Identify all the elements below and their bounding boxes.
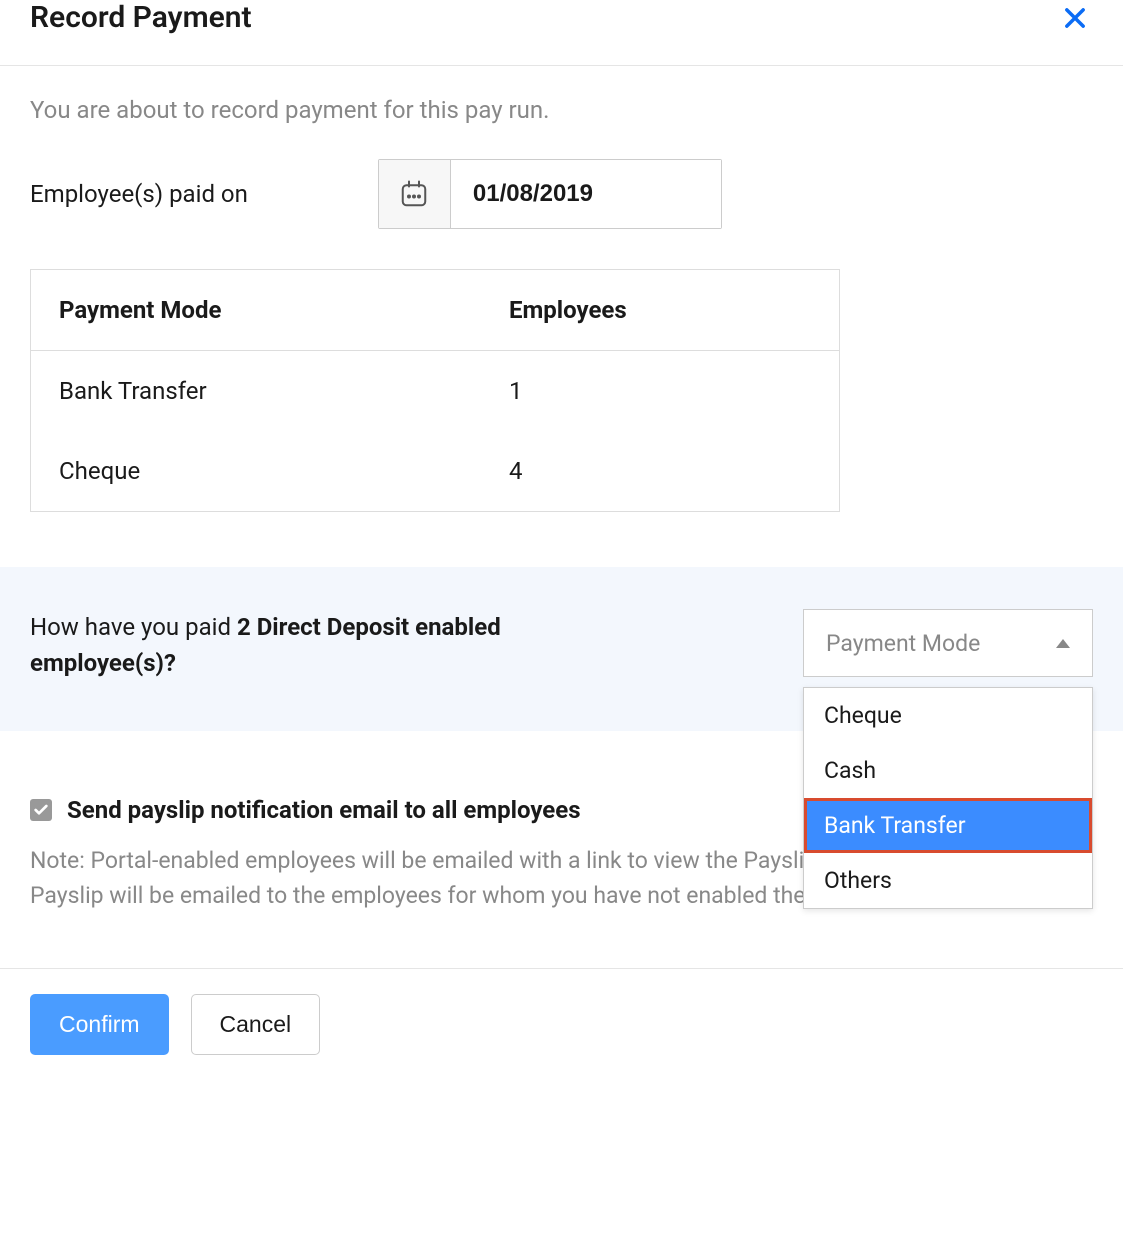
- dropdown-option-cheque[interactable]: Cheque: [804, 688, 1092, 743]
- table-row: Bank Transfer 1: [31, 351, 839, 431]
- modal-footer: Confirm Cancel: [0, 969, 1123, 1080]
- modal-body: You are about to record payment for this…: [0, 66, 1123, 913]
- confirm-button[interactable]: Confirm: [30, 994, 169, 1055]
- payment-mode-table: Payment Mode Employees Bank Transfer 1 C…: [30, 269, 840, 512]
- close-icon: [1061, 4, 1089, 32]
- cell-mode: Cheque: [59, 457, 509, 485]
- send-payslip-checkbox[interactable]: [30, 799, 52, 821]
- question-prefix: How have you paid: [30, 613, 237, 641]
- table-header-mode: Payment Mode: [59, 296, 509, 324]
- direct-deposit-question: How have you paid 2 Direct Deposit enabl…: [0, 567, 1123, 731]
- cancel-button[interactable]: Cancel: [191, 994, 321, 1055]
- cell-employees: 1: [509, 377, 811, 405]
- intro-text: You are about to record payment for this…: [30, 96, 1093, 124]
- paid-on-label: Employee(s) paid on: [30, 180, 248, 208]
- paid-on-row: Employee(s) paid on: [30, 159, 1093, 229]
- dropdown-placeholder: Payment Mode: [826, 630, 980, 657]
- table-header-employees: Employees: [509, 296, 811, 324]
- calendar-icon: [399, 179, 429, 209]
- close-button[interactable]: [1057, 0, 1093, 40]
- dropdown-toggle[interactable]: Payment Mode: [803, 609, 1093, 677]
- chevron-up-icon: [1056, 639, 1070, 648]
- record-payment-modal: Record Payment You are about to record p…: [0, 0, 1123, 1080]
- checkmark-icon: [33, 802, 49, 818]
- dropdown-menu: Cheque Cash Bank Transfer Others: [803, 687, 1093, 909]
- dropdown-option-others[interactable]: Others: [804, 853, 1092, 908]
- table-header-row: Payment Mode Employees: [31, 270, 839, 351]
- modal-header: Record Payment: [0, 0, 1123, 65]
- send-payslip-label: Send payslip notification email to all e…: [67, 796, 581, 824]
- payment-mode-dropdown: Payment Mode Cheque Cash Bank Transfer O…: [803, 609, 1093, 677]
- calendar-icon-box[interactable]: [379, 160, 451, 228]
- paid-on-input[interactable]: [451, 160, 721, 228]
- dropdown-option-bank-transfer[interactable]: Bank Transfer: [804, 798, 1092, 853]
- table-row: Cheque 4: [31, 431, 839, 511]
- date-input-group: [378, 159, 722, 229]
- question-text: How have you paid 2 Direct Deposit enabl…: [30, 609, 650, 681]
- dropdown-option-cash[interactable]: Cash: [804, 743, 1092, 798]
- cell-mode: Bank Transfer: [59, 377, 509, 405]
- cell-employees: 4: [509, 457, 811, 485]
- modal-title: Record Payment: [30, 0, 252, 35]
